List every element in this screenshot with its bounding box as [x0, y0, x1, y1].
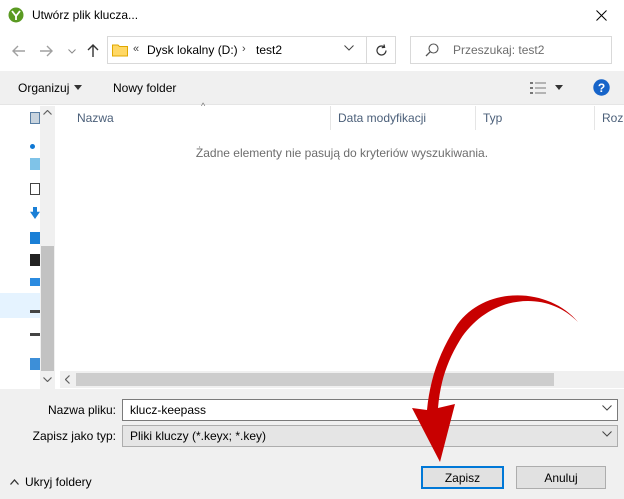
back-button[interactable] — [11, 43, 27, 59]
recent-locations-button[interactable] — [64, 43, 80, 59]
close-icon — [595, 10, 607, 21]
filetype-value[interactable]: Pliki kluczy (*.keyx; *.key) — [130, 429, 266, 443]
caret-down-icon[interactable] — [555, 85, 563, 90]
breadcrumb-drive[interactable]: Dysk lokalny (D:) — [147, 43, 238, 57]
filetype-label: Zapisz jako typ: — [32, 429, 116, 443]
save-options-panel: Nazwa pliku: klucz-keepass Zapisz jako t… — [0, 389, 624, 499]
videos-icon[interactable] — [30, 254, 40, 266]
organize-button[interactable]: Organizuj — [18, 81, 69, 95]
nav-scrollbar-thumb[interactable] — [41, 246, 54, 371]
navigation-pane — [0, 106, 56, 389]
onedrive-icon[interactable] — [30, 144, 35, 149]
search-box[interactable]: Przeszukaj: test2 — [410, 36, 612, 64]
documents-icon[interactable] — [30, 232, 40, 244]
cancel-button[interactable]: Anuluj — [516, 466, 606, 489]
save-button[interactable]: Zapisz — [421, 466, 504, 489]
document-icon[interactable] — [30, 112, 40, 124]
close-button[interactable] — [578, 0, 624, 31]
chevron-down-icon[interactable] — [602, 431, 612, 437]
search-icon — [425, 43, 439, 57]
help-icon[interactable]: ? — [593, 79, 610, 96]
arrow-right-icon — [40, 45, 53, 57]
hide-folders-label: Ukryj foldery — [25, 475, 92, 489]
chevron-up-icon — [10, 479, 19, 485]
title-bar: Utwórz plik klucza... — [0, 0, 624, 31]
arrow-up-icon — [87, 44, 99, 57]
hide-folders-button[interactable]: Ukryj foldery — [10, 475, 92, 489]
drive-icon[interactable] — [30, 333, 40, 336]
scroll-up-icon[interactable] — [43, 110, 52, 115]
pictures-icon[interactable] — [30, 278, 40, 286]
network-icon[interactable] — [30, 358, 40, 370]
new-folder-button[interactable]: Nowy folder — [113, 81, 176, 95]
cloud-icon[interactable] — [30, 158, 40, 170]
scroll-down-icon[interactable] — [43, 377, 52, 382]
drive-icon[interactable] — [30, 310, 40, 313]
breadcrumb-separator[interactable]: › — [242, 43, 246, 55]
breadcrumb-folder[interactable]: test2 — [256, 43, 282, 57]
filetype-select[interactable]: Pliki kluczy (*.keyx; *.key) — [122, 425, 618, 447]
svg-text:?: ? — [598, 81, 605, 95]
scroll-left-icon[interactable] — [65, 375, 70, 384]
keepass-app-icon — [8, 7, 24, 23]
filename-field[interactable]: klucz-keepass — [122, 399, 618, 421]
view-details-icon[interactable] — [530, 82, 546, 94]
downloads-icon[interactable] — [30, 207, 40, 219]
chevron-down-icon[interactable] — [344, 45, 354, 51]
column-header-name[interactable]: Nazwa — [60, 106, 330, 130]
up-button[interactable] — [85, 43, 101, 59]
folder-icon — [112, 44, 128, 57]
command-bar: Organizuj Nowy folder ? — [0, 71, 624, 105]
chevron-down-icon — [68, 48, 76, 54]
file-list: ^ Nazwa Data modyfikacji Typ Rozm Żadne … — [60, 101, 624, 388]
column-header-size[interactable]: Rozm — [595, 106, 624, 130]
selected-nav-item[interactable] — [0, 293, 40, 318]
filename-value[interactable]: klucz-keepass — [130, 403, 206, 417]
forward-button[interactable] — [38, 43, 54, 59]
refresh-button[interactable] — [367, 36, 396, 64]
horizontal-scrollbar-thumb[interactable] — [76, 373, 554, 386]
column-header-date[interactable]: Data modyfikacji — [331, 106, 475, 130]
overflow-chevron[interactable]: « — [133, 43, 139, 55]
search-input[interactable]: Przeszukaj: test2 — [453, 43, 544, 57]
pc-icon[interactable] — [30, 183, 40, 195]
caret-down-icon — [74, 85, 82, 90]
empty-folder-message: Żadne elementy nie pasują do kryteriów w… — [195, 146, 489, 160]
horizontal-scrollbar[interactable] — [60, 371, 624, 388]
column-header-type[interactable]: Typ — [476, 106, 594, 130]
window-title: Utwórz plik klucza... — [32, 8, 139, 22]
arrow-left-icon — [12, 45, 25, 57]
chevron-down-icon[interactable] — [602, 405, 612, 411]
refresh-icon — [375, 43, 387, 56]
filename-label: Nazwa pliku: — [47, 403, 116, 417]
address-bar[interactable]: « Dysk lokalny (D:) › test2 — [107, 36, 367, 64]
